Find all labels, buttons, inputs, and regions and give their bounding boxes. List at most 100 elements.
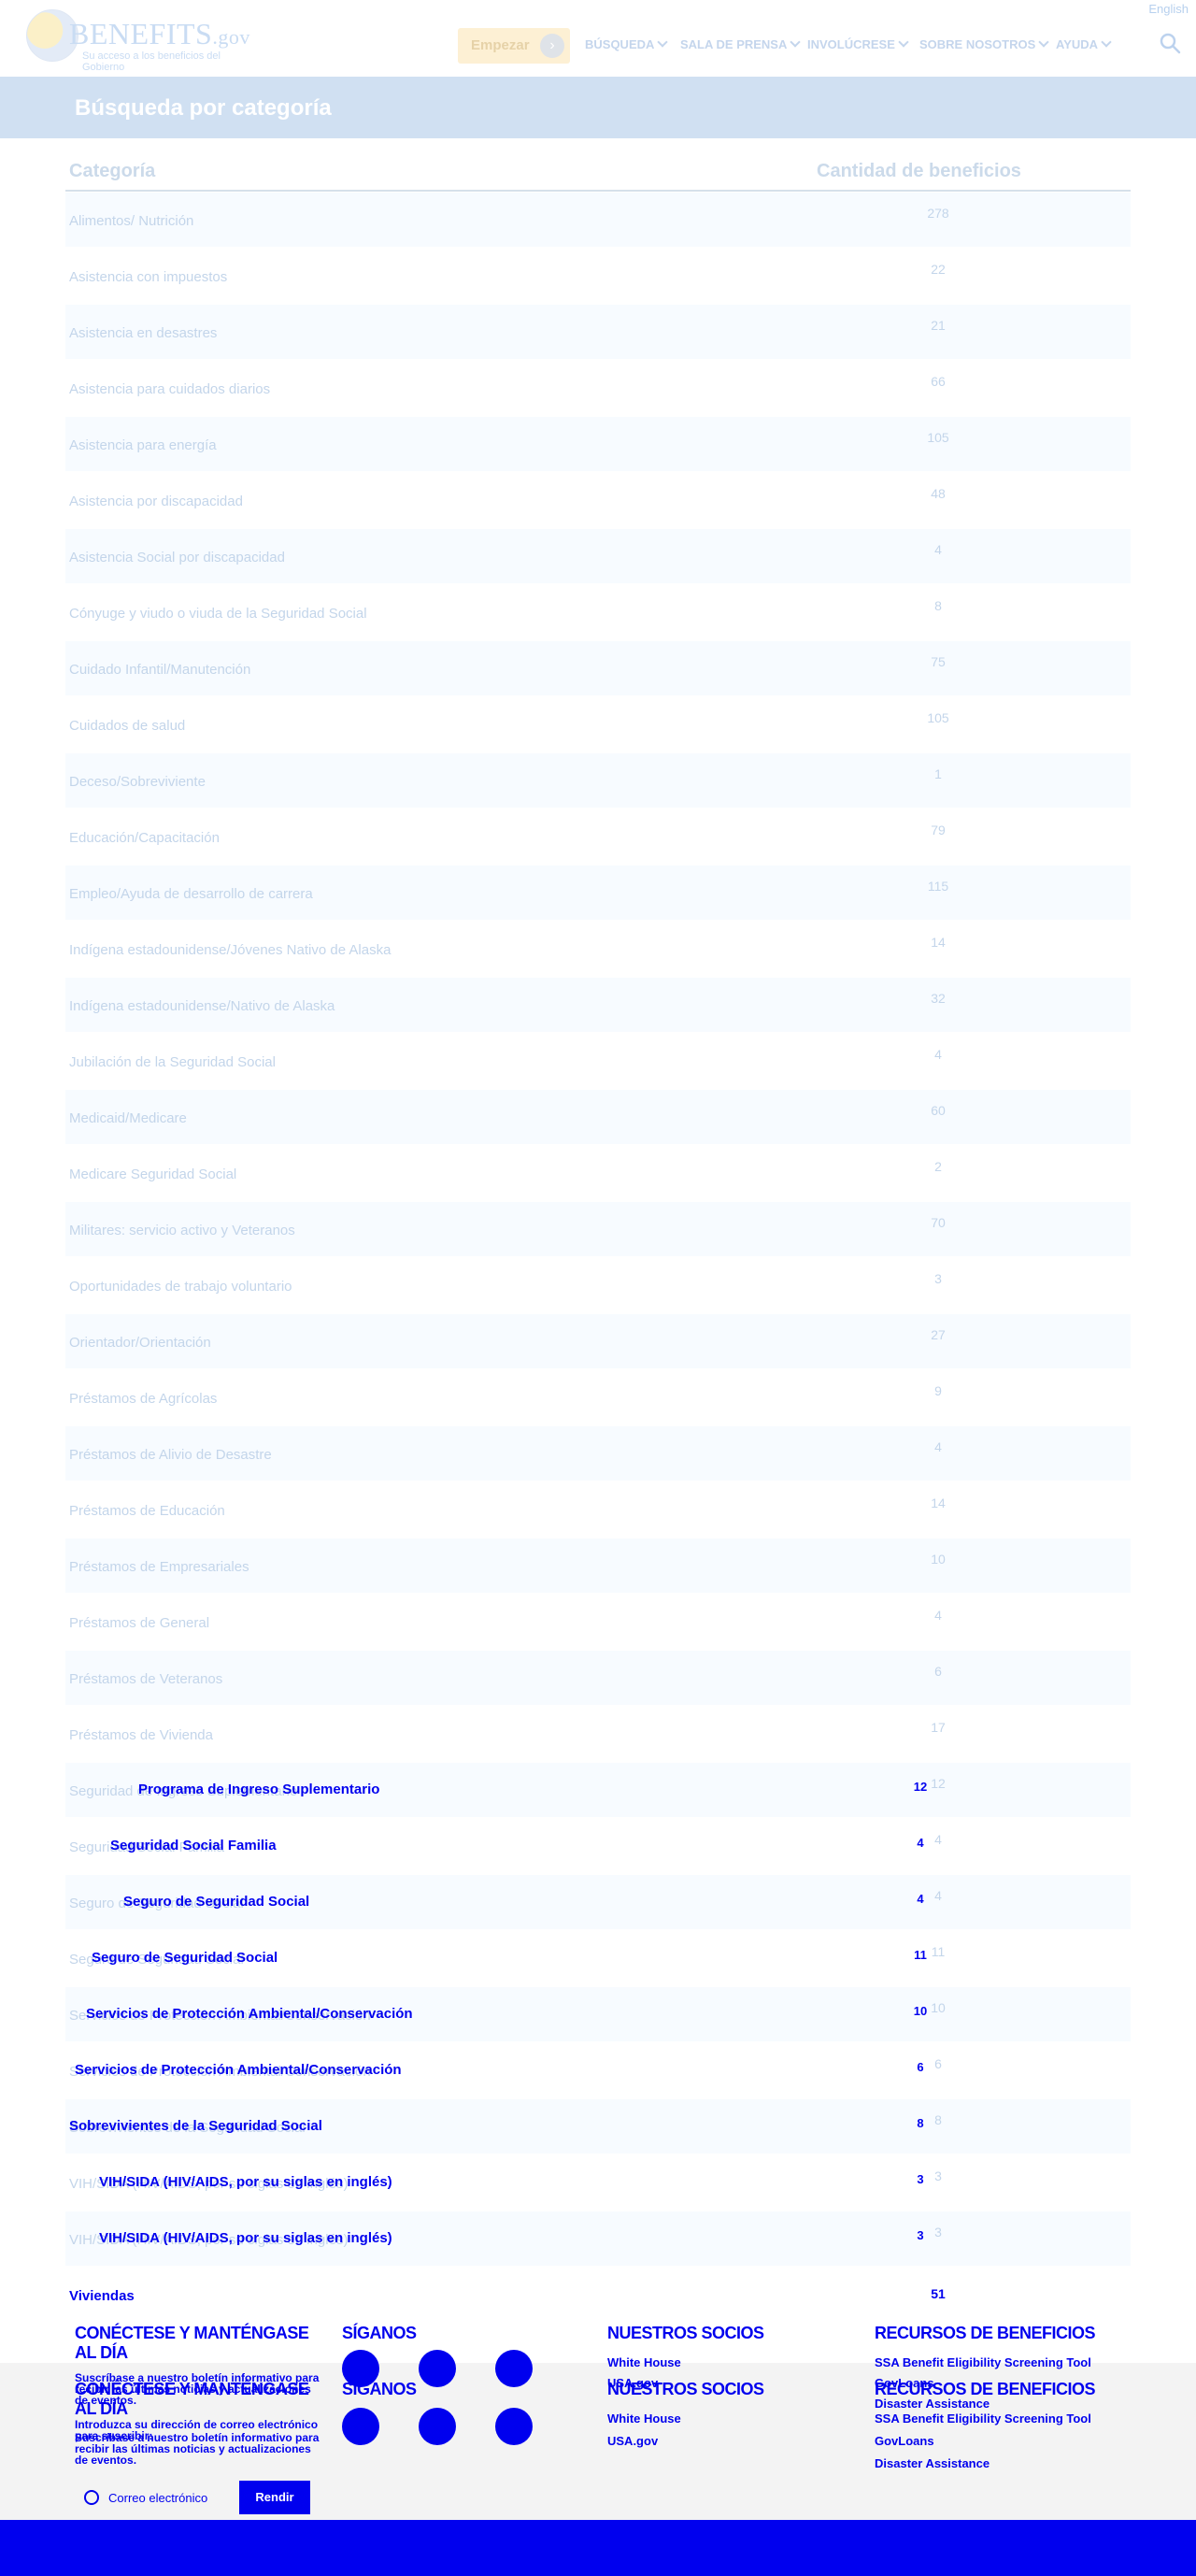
table-row[interactable]: Medicare Seguridad Social 2 [65,1146,1131,1200]
start-button[interactable]: Empezar › [458,28,570,64]
table-row[interactable]: Militares: servicio activo y Veteranos 70 [65,1202,1131,1256]
site-logo[interactable]: BENEFITS.gov Su acceso a los beneficios … [26,9,250,73]
check-circle-icon [84,2490,99,2505]
table-row[interactable]: Préstamos de Vivienda 17 [65,1707,1131,1761]
table-row[interactable]: Asistencia con impuestos 22 [65,249,1131,303]
table-row[interactable]: Medicaid/Medicare 60 [65,1090,1131,1144]
table-row[interactable]: Asistencia para cuidados diarios 66 [65,361,1131,415]
footer-bottom-bar [0,2520,1196,2576]
category-link[interactable]: Cuidados de salud [69,718,185,734]
footer-resources-title-duplicate: RECURSOS DE BENEFICIOS [875,2380,1096,2398]
category-link[interactable]: Asistencia por discapacidad [69,494,243,509]
table-row[interactable]: Jubilación de la Seguridad Social 4 [65,1034,1131,1088]
category-link[interactable]: Asistencia para energía [69,437,217,453]
table-row[interactable]: Préstamos de General 4 [65,1595,1131,1649]
category-link[interactable]: Indígena estadounidense/Nativo de Alaska [69,998,335,1014]
language-link[interactable]: English [1148,2,1189,16]
overlay-category-text: Seguro de Seguridad Social [123,1894,310,1910]
table-row[interactable]: Empleo/Ayuda de desarrollo de carrera 115 [65,866,1131,920]
nav-busqueda[interactable]: BÚSQUEDA [585,36,669,51]
search-icon[interactable] [1159,32,1181,54]
table-row[interactable]: Préstamos de Educación 14 [65,1482,1131,1537]
facebook-icon[interactable] [419,2350,456,2387]
table-row[interactable]: Asistencia Social por discapacidad 4 [65,529,1131,583]
resource-link[interactable]: Disaster Assistance [875,2456,990,2470]
category-link[interactable]: Préstamos de Alivio de Desastre [69,1447,272,1463]
benefit-count: 1 [934,766,942,781]
logo-text: BENEFITS [69,17,213,50]
category-link[interactable]: Empleo/Ayuda de desarrollo de carrera [69,886,313,902]
table-row[interactable]: Viviendas 51 [65,2268,1131,2322]
benefit-count: 66 [931,374,946,389]
category-link[interactable]: Préstamos de Veteranos [69,1671,222,1687]
partner-link[interactable]: USA.gov [607,2434,658,2448]
table-row[interactable]: Oportunidades de trabajo voluntario 3 [65,1258,1131,1312]
overlay-count-text: 4 [917,1892,924,1906]
table-row[interactable]: Orientador/Orientación 27 [65,1314,1131,1368]
category-link[interactable]: Medicaid/Medicare [69,1110,187,1126]
table-row[interactable]: Cuidado Infantil/Manutención 75 [65,641,1131,695]
category-link[interactable]: Préstamos de Vivienda [69,1727,213,1743]
category-link[interactable]: Oportunidades de trabajo voluntario [69,1279,292,1295]
benefit-count: 105 [927,710,949,725]
footer-resources-title: RECURSOS DE BENEFICIOS [875,2324,1096,2342]
resource-link[interactable]: GovLoans [875,2434,934,2448]
chevron-down-icon [790,36,802,48]
twitter-icon[interactable] [342,2408,379,2445]
resource-link[interactable]: SSA Benefit Eligibility Screening Tool [875,2355,1091,2369]
category-link[interactable]: Asistencia con impuestos [69,269,227,285]
table-row[interactable]: Préstamos de Agrícolas 9 [65,1370,1131,1424]
table-row[interactable]: Préstamos de Alivio de Desastre 4 [65,1426,1131,1481]
facebook-icon[interactable] [419,2408,456,2445]
youtube-icon[interactable] [495,2350,533,2387]
page-banner: Búsqueda por categoría [0,77,1196,138]
partner-link[interactable]: White House [607,2411,681,2426]
table-row[interactable]: Cónyuge y viudo o viuda de la Seguridad … [65,585,1131,639]
table-row[interactable]: Deceso/Sobreviviente 1 [65,753,1131,808]
nav-sobre-nosotros[interactable]: SOBRE NOSOTROS [919,36,1049,51]
category-link[interactable]: Jubilación de la Seguridad Social [69,1054,276,1070]
table-row[interactable]: Préstamos de Empresariales 10 [65,1538,1131,1593]
table-row[interactable]: Indígena estadounidense/Nativo de Alaska… [65,978,1131,1032]
table-row[interactable]: Indígena estadounidense/Jóvenes Nativo d… [65,922,1131,976]
category-link[interactable]: Medicare Seguridad Social [69,1166,236,1182]
table-row[interactable]: Cuidados de salud 105 [65,697,1131,751]
overlay-category-text: Seguro de Seguridad Social [92,1950,278,1966]
table-row[interactable]: Préstamos de Veteranos 6 [65,1651,1131,1705]
table-row[interactable]: Asistencia para energía 105 [65,417,1131,471]
table-row[interactable]: Alimentos/ Nutrición 278 [65,193,1131,247]
category-link[interactable]: Educación/Capacitación [69,830,220,846]
category-link[interactable]: Préstamos de Agrícolas [69,1391,217,1407]
nav-ayuda[interactable]: AYUDA [1056,36,1112,51]
category-link[interactable]: Orientador/Orientación [69,1335,211,1351]
table-row[interactable]: Asistencia por discapacidad 48 [65,473,1131,527]
category-link[interactable]: Préstamos de Educación [69,1503,225,1519]
benefit-count: 21 [931,318,946,333]
email-input[interactable]: Correo electrónico [80,2481,239,2512]
column-header-category: Categoría [69,161,156,181]
category-link[interactable]: Cuidado Infantil/Manutención [69,662,250,678]
youtube-icon[interactable] [495,2408,533,2445]
category-link[interactable]: Alimentos/ Nutrición [69,213,193,229]
category-link[interactable]: Militares: servicio activo y Veteranos [69,1223,295,1238]
resource-link[interactable]: SSA Benefit Eligibility Screening Tool [875,2411,1091,2426]
benefit-count: 14 [931,935,946,950]
category-link[interactable]: Préstamos de Empresariales [69,1559,249,1575]
category-link[interactable]: Viviendas [69,2288,135,2304]
nav-sala-de-prensa[interactable]: SALA DE PRENSA [680,36,802,51]
category-link[interactable]: Asistencia en desastres [69,325,217,341]
partner-link[interactable]: White House [607,2355,681,2369]
nav-involucrese[interactable]: INVOLÚCRESE [807,36,909,51]
category-link[interactable]: Deceso/Sobreviviente [69,774,206,790]
benefit-count: 105 [927,430,949,445]
category-link[interactable]: Cónyuge y viudo o viuda de la Seguridad … [69,606,367,622]
subscribe-submit-button[interactable]: Rendir [239,2481,310,2514]
category-link[interactable]: Préstamos de General [69,1615,209,1631]
category-link[interactable]: Indígena estadounidense/Jóvenes Nativo d… [69,942,391,958]
category-link[interactable]: Asistencia para cuidados diarios [69,381,270,397]
category-link[interactable]: Asistencia Social por discapacidad [69,550,285,565]
overlay-count-text: 6 [917,2060,924,2074]
table-row[interactable]: Asistencia en desastres 21 [65,305,1131,359]
footer-connect-title: CONÉCTESE Y MANTÉNGASE AL DÍA [75,2324,309,2362]
table-row[interactable]: Educación/Capacitación 79 [65,809,1131,864]
